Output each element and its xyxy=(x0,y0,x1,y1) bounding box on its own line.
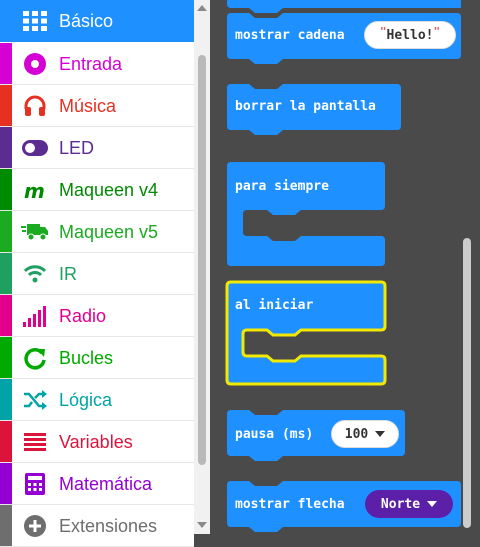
string-value-input[interactable]: " Hello! " xyxy=(364,21,456,49)
show-string-label: mostrar cadena xyxy=(235,28,345,43)
arrow-direction-text: Norte xyxy=(380,496,421,512)
partial-block[interactable] xyxy=(227,0,461,13)
on-start-label: al iniciar xyxy=(235,298,314,313)
show-arrow-label: mostrar flecha xyxy=(235,497,345,512)
chevron-down-icon xyxy=(375,431,386,437)
open-quote-icon: " xyxy=(379,24,387,38)
pause-label: pausa (ms) xyxy=(235,427,314,442)
pause-value-text: 100 xyxy=(344,426,369,442)
string-value-text: Hello! xyxy=(386,27,434,43)
flyout-scrollbar-thumb[interactable] xyxy=(463,238,471,528)
arrow-direction-dropdown[interactable]: Norte xyxy=(365,490,453,518)
chevron-down-icon xyxy=(427,501,438,507)
clear-screen-label: borrar la pantalla xyxy=(235,99,376,114)
pause-value-dropdown[interactable]: 100 xyxy=(331,420,399,448)
close-quote-icon: " xyxy=(433,24,441,38)
block-shapes xyxy=(225,0,461,532)
forever-label: para siempre xyxy=(235,179,329,194)
forever-block[interactable] xyxy=(227,162,385,266)
